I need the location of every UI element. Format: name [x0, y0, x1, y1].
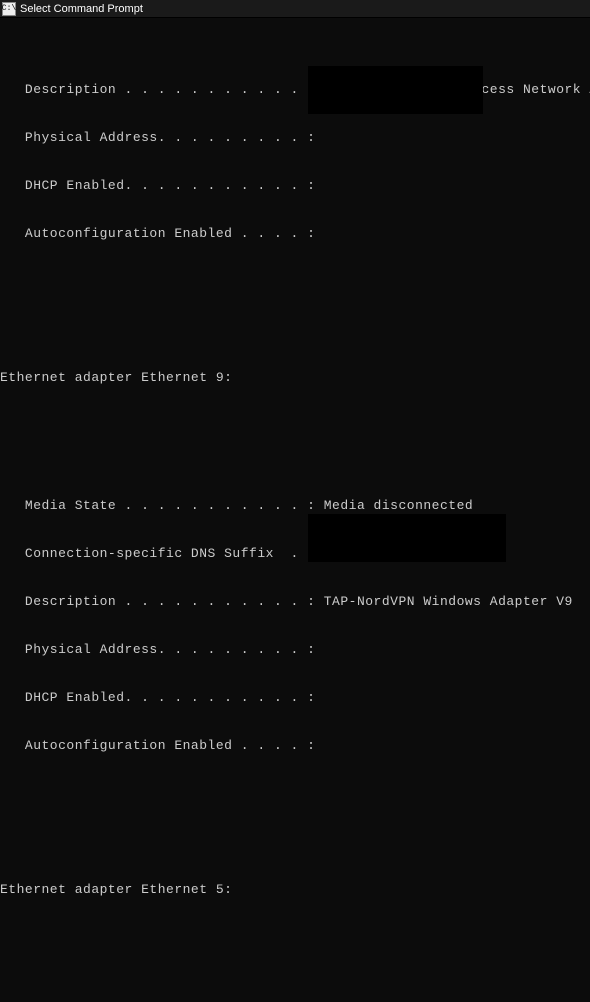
blank-line	[0, 834, 590, 850]
adapter-header: Ethernet adapter Ethernet 9:	[0, 370, 590, 386]
dhcp-label: DHCP Enabled. . . . . . . . . . . :	[0, 690, 315, 706]
autoconf-label: Autoconfiguration Enabled . . . . :	[0, 226, 315, 242]
adapter5-section: Connection-specific DNS Suffix . : lan D…	[0, 978, 590, 1002]
blank-line	[0, 322, 590, 338]
redacted-block	[308, 66, 483, 114]
blank-line	[0, 930, 590, 946]
blank-line	[0, 418, 590, 434]
media-value: Media disconnected	[315, 498, 473, 514]
adapter9-section: Media State . . . . . . . . . . . : Medi…	[0, 466, 590, 802]
title-bar[interactable]: C:\ Select Command Prompt	[0, 0, 590, 18]
redacted-block	[308, 514, 506, 562]
title-bar-text: Select Command Prompt	[20, 3, 143, 15]
cmd-icon: C:\	[2, 2, 16, 16]
desc-label: Description . . . . . . . . . . . :	[0, 594, 315, 610]
section-partial: Description . . . . . . . . . . . : Priv…	[0, 50, 590, 290]
dns-label: Connection-specific DNS Suffix . :	[0, 546, 315, 562]
desc-value: TAP-NordVPN Windows Adapter V9	[315, 594, 572, 610]
desc-label: Description . . . . . . . . . . . :	[0, 82, 315, 98]
phys-label: Physical Address. . . . . . . . . :	[0, 130, 315, 146]
terminal-output[interactable]: Description . . . . . . . . . . . : Priv…	[0, 18, 590, 1002]
adapter-header: Ethernet adapter Ethernet 5:	[0, 882, 590, 898]
autoconf-label: Autoconfiguration Enabled . . . . :	[0, 738, 315, 754]
phys-label: Physical Address. . . . . . . . . :	[0, 642, 315, 658]
dhcp-label: DHCP Enabled. . . . . . . . . . . :	[0, 178, 315, 194]
media-label: Media State . . . . . . . . . . . :	[0, 498, 315, 514]
